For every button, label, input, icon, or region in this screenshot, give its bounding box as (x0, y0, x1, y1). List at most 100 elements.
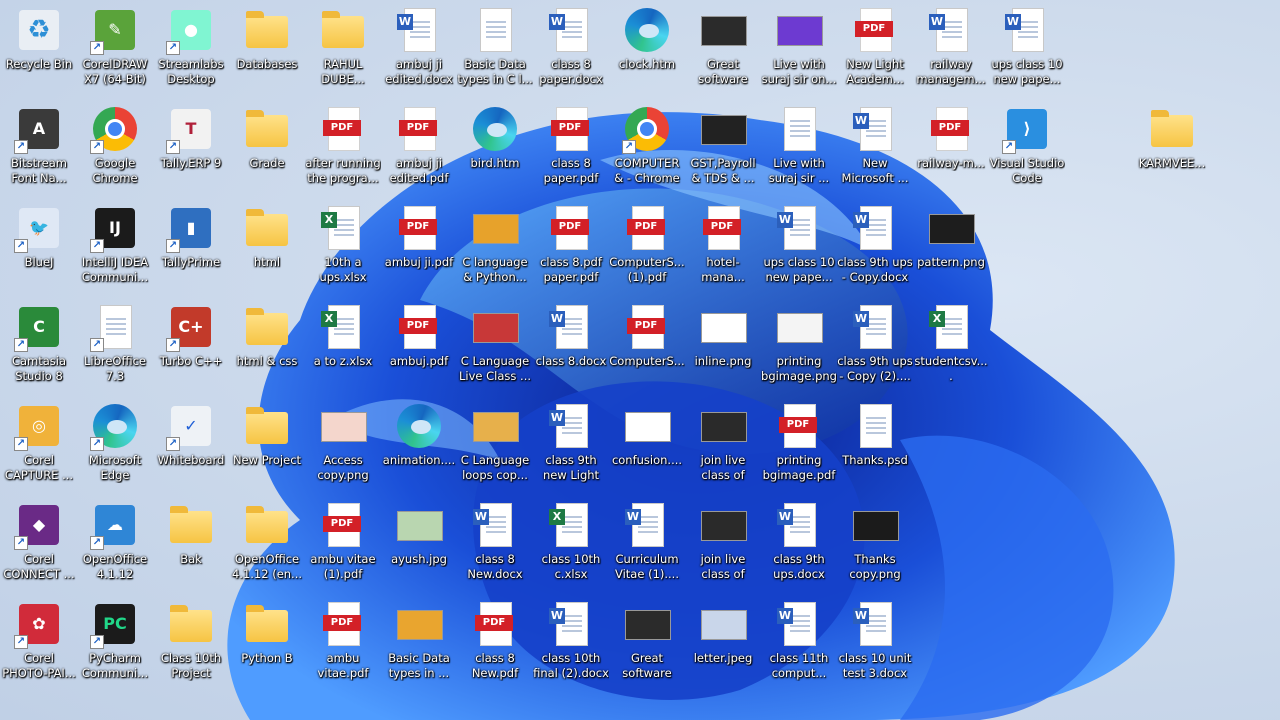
desktop-icon[interactable]: C Language loops cop... (457, 398, 533, 494)
desktop-icon[interactable]: PC ↗ PyCharm Communi... (77, 596, 153, 692)
desktop-icon[interactable]: ● ↗ Streamlabs Desktop (153, 2, 229, 98)
folder-icon (243, 501, 291, 549)
desktop-icon[interactable]: W New Microsoft ... (837, 101, 913, 197)
desktop-icon[interactable]: inline.png (685, 299, 761, 395)
desktop-icon[interactable]: Wclass 9th ups - Copy (2).... (837, 299, 913, 395)
desktop-icon-label: join live class of Excel & ... (700, 453, 746, 482)
desktop-icon[interactable]: PDF class 8.pdf paper.pdf (533, 200, 609, 296)
desktop-icon[interactable]: PDF ComputerS... (609, 299, 685, 395)
shortcut-arrow-icon: ↗ (14, 437, 28, 451)
corel-connect-icon: ◆ ↗ (14, 501, 63, 550)
desktop-icon[interactable]: Wclass 8 paper.docx (533, 2, 609, 98)
desktop-icon[interactable]: pattern.png (913, 200, 989, 296)
desktop-icon-label: Whiteboard (157, 453, 225, 467)
desktop-icon[interactable]: PDF class 8 New.pdf (457, 596, 533, 692)
desktop-icon[interactable]: C language & Python... (457, 200, 533, 296)
desktop-icon[interactable]: confusion.... (609, 398, 685, 494)
desktop-icon[interactable]: PDF class 8 paper.pdf (533, 101, 609, 197)
desktop-icon[interactable]: IJ ↗ IntelliJ IDEA Communi... (77, 200, 153, 296)
desktop-icon-label: Corel CONNECT ... (3, 552, 75, 581)
desktop-icon[interactable]: KARMVEE... (1134, 101, 1210, 197)
desktop-icon[interactable]: ✎ ↗ CorelDRAW X7 (64-Bit) (77, 2, 153, 98)
desktop-icon[interactable]: Wclass 9th ups - Copy.docx (837, 200, 913, 296)
desktop-icon[interactable]: Wups class 10 new pape... (761, 200, 837, 296)
desktop-icon[interactable]: Live with suraj sir ... (761, 101, 837, 197)
desktop-icon[interactable]: PDF ambuj.pdf (381, 299, 457, 395)
desktop-icon[interactable]: Thanks copy.png (837, 497, 913, 593)
desktop-icon-label: html (253, 255, 281, 269)
desktop-icon[interactable]: 🐦 ↗ BlueJ (1, 200, 77, 296)
desktop-icon[interactable]: printing bgimage.png (761, 299, 837, 395)
image-thumbnail-icon (319, 402, 367, 450)
desktop-icon[interactable]: Wambuj ji edited.docx (381, 2, 457, 98)
desktop-icon[interactable]: Wclass 9th ups.docx (761, 497, 837, 593)
desktop-icon[interactable]: PDF after running the progra... (305, 101, 381, 197)
desktop-icon[interactable]: Access copy.png (305, 398, 381, 494)
desktop-icon[interactable]: ✓ ↗ Whiteboard (153, 398, 229, 494)
desktop-icon[interactable]: GST,Payroll & TDS & ... (685, 101, 761, 197)
desktop-icon[interactable]: ♻ Recycle Bin (1, 2, 77, 98)
desktop-icon[interactable]: ↗ Google Chrome (77, 101, 153, 197)
desktop-icon[interactable]: Live with suraj sir on... (761, 2, 837, 98)
desktop-icon[interactable]: Great software Mi... (685, 2, 761, 98)
desktop-icon[interactable]: Basic Data types in ... (381, 596, 457, 692)
desktop-icon[interactable]: ↗ Microsoft Edge (77, 398, 153, 494)
desktop-icon[interactable]: T ↗ Tally.ERP 9 (153, 101, 229, 197)
desktop-icon[interactable]: html (229, 200, 305, 296)
desktop-icon[interactable]: Class 10th Project (153, 596, 229, 692)
desktop-icon[interactable]: bird.htm (457, 101, 533, 197)
desktop-icon[interactable]: Wclass 10th final (2).docx (533, 596, 609, 692)
desktop-icon[interactable]: Wclass 8.docx (533, 299, 609, 395)
desktop-icon[interactable]: PDF printing bgimage.pdf (761, 398, 837, 494)
desktop-icon[interactable]: ◆ ↗ Corel CONNECT ... (1, 497, 77, 593)
desktop-icon[interactable]: letter.jpeg (685, 596, 761, 692)
desktop-icon[interactable]: html & css (229, 299, 305, 395)
desktop-icon[interactable]: C Language Live Class ... (457, 299, 533, 395)
desktop-icon[interactable]: PDF ambuj ji edited.pdf (381, 101, 457, 197)
desktop-icon[interactable]: Basic Data types in C l... (457, 2, 533, 98)
desktop-icon[interactable]: Xa to z.xlsx (305, 299, 381, 395)
desktop-icon[interactable]: PDF ambu vitae.pdf (305, 596, 381, 692)
desktop-icon[interactable]: join live class of Excel & ... (685, 497, 761, 593)
desktop-icon[interactable]: ◎ ↗ Corel CAPTURE ... (1, 398, 77, 494)
desktop-icon[interactable]: Grade (229, 101, 305, 197)
desktop-icon[interactable]: Wclass 9th new Light final... (533, 398, 609, 494)
desktop-icon[interactable]: New Project (229, 398, 305, 494)
desktop-icon[interactable]: Xstudentcsv.... (913, 299, 989, 395)
desktop-icon[interactable]: ↗ COMPUTER & - Chrome (609, 101, 685, 197)
desktop-icon[interactable]: Xclass 10th c.xlsx (533, 497, 609, 593)
desktop-icon[interactable]: PDF New Light Academ... (837, 2, 913, 98)
desktop-icon[interactable]: C+ ↗ Turbo C++ (153, 299, 229, 395)
desktop-icon[interactable]: PDF ambu vitae (1).pdf (305, 497, 381, 593)
desktop-icon[interactable]: ⟩ ↗ Visual Studio Code (989, 101, 1065, 197)
desktop-icon[interactable]: Great software Mi... (609, 596, 685, 692)
desktop-icon[interactable]: PDF ComputerS... (1).pdf (609, 200, 685, 296)
desktop-icon[interactable]: RAHUL DUBE... (305, 2, 381, 98)
desktop-icon[interactable]: Wclass 10 unit test 3.docx (837, 596, 913, 692)
desktop-icon[interactable]: Databases (229, 2, 305, 98)
desktop-icon[interactable]: animation.... (381, 398, 457, 494)
desktop-icon[interactable]: Wclass 11th comput... (761, 596, 837, 692)
desktop-icon[interactable]: Thanks.psd (837, 398, 913, 494)
desktop-icon[interactable]: PDF railway-m... (913, 101, 989, 197)
desktop-icon[interactable]: OpenOffice 4.1.12 (en... (229, 497, 305, 593)
desktop-icon[interactable]: ↗ LibreOffice 7.3 (77, 299, 153, 395)
desktop-icon[interactable]: C ↗ Camtasia Studio 8 (1, 299, 77, 395)
desktop-icon[interactable]: clock.htm (609, 2, 685, 98)
desktop-icon[interactable]: PDF hotel-mana... (685, 200, 761, 296)
desktop-icon[interactable]: ▮ ↗ TallyPrime (153, 200, 229, 296)
desktop-icon[interactable]: ayush.jpg (381, 497, 457, 593)
desktop-icon[interactable]: X 10th a ups.xlsx (305, 200, 381, 296)
desktop-icon[interactable]: Bak (153, 497, 229, 593)
desktop-icon[interactable]: Python B (229, 596, 305, 692)
desktop-icon[interactable]: ☁ ↗ OpenOffice 4.1.12 (77, 497, 153, 593)
desktop-icon[interactable]: W Curriculum Vitae (1).... (609, 497, 685, 593)
desktop-icon[interactable]: Wups class 10 new pape... (989, 2, 1065, 98)
desktop-icon[interactable]: ✿ ↗ Corel PHOTO-PAI... (1, 596, 77, 692)
desktop-icon[interactable]: Wrailway managem... (913, 2, 989, 98)
desktop-icon[interactable]: Wclass 8 New.docx (457, 497, 533, 593)
desktop-icon[interactable]: PDF ambuj ji.pdf (381, 200, 457, 296)
desktop-icon[interactable]: A ↗ Bitstream Font Na... (1, 101, 77, 197)
openoffice-icon: ☁ ↗ (90, 501, 139, 550)
desktop-icon[interactable]: join live class of Excel & ... (685, 398, 761, 494)
